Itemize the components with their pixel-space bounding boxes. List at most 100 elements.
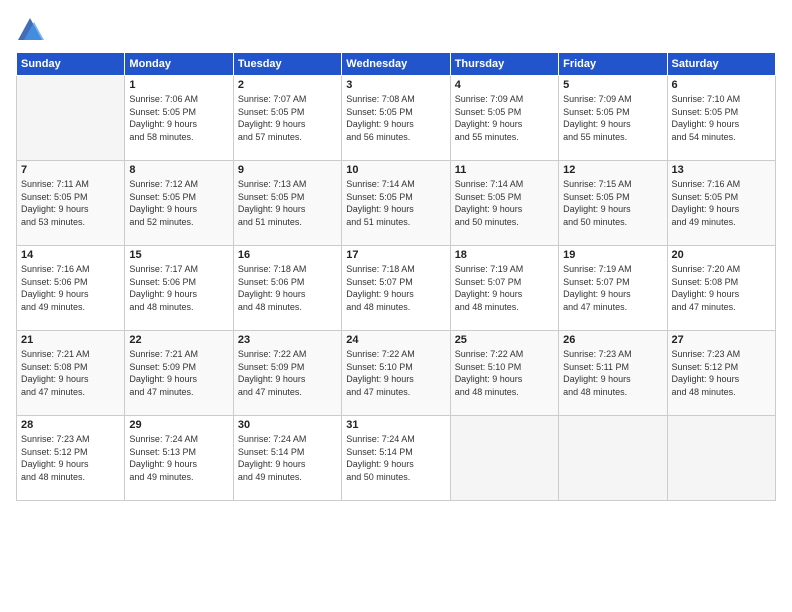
day-info: Sunrise: 7:19 AM Sunset: 5:07 PM Dayligh…	[563, 263, 662, 313]
day-number: 28	[21, 419, 120, 431]
calendar-cell: 11 Sunrise: 7:14 AM Sunset: 5:05 PM Dayli…	[450, 161, 558, 246]
day-number: 16	[238, 249, 337, 261]
day-info: Sunrise: 7:16 AM Sunset: 5:05 PM Dayligh…	[672, 178, 771, 228]
day-number: 24	[346, 334, 445, 346]
calendar-cell: 31Sunrise: 7:24 AM Sunset: 5:14 PM Dayli…	[342, 416, 450, 501]
day-number: 27	[672, 334, 771, 346]
day-info: Sunrise: 7:14 AM Sunset: 5:05 PM Dayligh…	[455, 178, 554, 228]
calendar-table: SundayMondayTuesdayWednesdayThursdayFrid…	[16, 52, 776, 501]
day-info: Sunrise: 7:06 AM Sunset: 5:05 PM Dayligh…	[129, 93, 228, 143]
header	[16, 16, 776, 44]
day-info: Sunrise: 7:11 AM Sunset: 5:05 PM Dayligh…	[21, 178, 120, 228]
calendar-cell: 7 Sunrise: 7:11 AM Sunset: 5:05 PM Daylig…	[17, 161, 125, 246]
calendar-cell: 9Sunrise: 7:13 AM Sunset: 5:05 PM Daylig…	[233, 161, 341, 246]
calendar-cell	[450, 416, 558, 501]
day-number: 12	[563, 164, 662, 176]
weekday-header-row: SundayMondayTuesdayWednesdayThursdayFrid…	[17, 53, 776, 76]
day-info: Sunrise: 7:21 AM Sunset: 5:09 PM Dayligh…	[129, 348, 228, 398]
day-number: 17	[346, 249, 445, 261]
calendar-cell: 24 Sunrise: 7:22 AM Sunset: 5:10 PM Dayli…	[342, 331, 450, 416]
calendar-cell: 18 Sunrise: 7:19 AM Sunset: 5:07 PM Dayli…	[450, 246, 558, 331]
day-number: 6	[672, 79, 771, 91]
day-info: Sunrise: 7:17 AM Sunset: 5:06 PM Dayligh…	[129, 263, 228, 313]
calendar-cell: 8Sunrise: 7:12 AM Sunset: 5:05 PM Daylig…	[125, 161, 233, 246]
calendar-cell: 5 Sunrise: 7:09 AM Sunset: 5:05 PM Daylig…	[559, 76, 667, 161]
day-info: Sunrise: 7:23 AM Sunset: 5:11 PM Dayligh…	[563, 348, 662, 398]
day-number: 15	[129, 249, 228, 261]
day-info: Sunrise: 7:14 AM Sunset: 5:05 PM Dayligh…	[346, 178, 445, 228]
day-info: Sunrise: 7:22 AM Sunset: 5:10 PM Dayligh…	[346, 348, 445, 398]
day-info: Sunrise: 7:19 AM Sunset: 5:07 PM Dayligh…	[455, 263, 554, 313]
day-number: 3	[346, 79, 445, 91]
calendar-cell: 26 Sunrise: 7:23 AM Sunset: 5:11 PM Dayli…	[559, 331, 667, 416]
day-info: Sunrise: 7:09 AM Sunset: 5:05 PM Dayligh…	[455, 93, 554, 143]
week-row-1: 1 Sunrise: 7:06 AM Sunset: 5:05 PM Daylig…	[17, 76, 776, 161]
day-number: 14	[21, 249, 120, 261]
calendar-cell: 20Sunrise: 7:20 AM Sunset: 5:08 PM Dayli…	[667, 246, 775, 331]
calendar-cell: 30Sunrise: 7:24 AM Sunset: 5:14 PM Dayli…	[233, 416, 341, 501]
day-number: 11	[455, 164, 554, 176]
day-info: Sunrise: 7:12 AM Sunset: 5:05 PM Dayligh…	[129, 178, 228, 228]
day-number: 9	[238, 164, 337, 176]
day-info: Sunrise: 7:23 AM Sunset: 5:12 PM Dayligh…	[21, 433, 120, 483]
calendar-cell	[17, 76, 125, 161]
weekday-header-wednesday: Wednesday	[342, 53, 450, 76]
weekday-header-monday: Monday	[125, 53, 233, 76]
day-number: 7	[21, 164, 120, 176]
calendar-cell: 3 Sunrise: 7:08 AM Sunset: 5:05 PM Daylig…	[342, 76, 450, 161]
day-number: 21	[21, 334, 120, 346]
calendar-cell: 2 Sunrise: 7:07 AM Sunset: 5:05 PM Daylig…	[233, 76, 341, 161]
day-info: Sunrise: 7:18 AM Sunset: 5:06 PM Dayligh…	[238, 263, 337, 313]
calendar-cell	[559, 416, 667, 501]
logo	[16, 16, 48, 44]
day-number: 30	[238, 419, 337, 431]
calendar-cell: 1 Sunrise: 7:06 AM Sunset: 5:05 PM Daylig…	[125, 76, 233, 161]
day-number: 5	[563, 79, 662, 91]
day-info: Sunrise: 7:10 AM Sunset: 5:05 PM Dayligh…	[672, 93, 771, 143]
day-number: 18	[455, 249, 554, 261]
calendar-cell: 16 Sunrise: 7:18 AM Sunset: 5:06 PM Dayli…	[233, 246, 341, 331]
day-number: 2	[238, 79, 337, 91]
calendar-cell: 13 Sunrise: 7:16 AM Sunset: 5:05 PM Dayli…	[667, 161, 775, 246]
week-row-4: 21 Sunrise: 7:21 AM Sunset: 5:08 PM Dayli…	[17, 331, 776, 416]
calendar-cell: 22 Sunrise: 7:21 AM Sunset: 5:09 PM Dayli…	[125, 331, 233, 416]
day-number: 26	[563, 334, 662, 346]
calendar-cell: 25Sunrise: 7:22 AM Sunset: 5:10 PM Dayli…	[450, 331, 558, 416]
day-info: Sunrise: 7:18 AM Sunset: 5:07 PM Dayligh…	[346, 263, 445, 313]
day-info: Sunrise: 7:07 AM Sunset: 5:05 PM Dayligh…	[238, 93, 337, 143]
day-info: Sunrise: 7:22 AM Sunset: 5:09 PM Dayligh…	[238, 348, 337, 398]
week-row-2: 7 Sunrise: 7:11 AM Sunset: 5:05 PM Daylig…	[17, 161, 776, 246]
page: SundayMondayTuesdayWednesdayThursdayFrid…	[0, 0, 792, 612]
day-number: 20	[672, 249, 771, 261]
calendar-cell: 27 Sunrise: 7:23 AM Sunset: 5:12 PM Dayli…	[667, 331, 775, 416]
week-row-3: 14Sunrise: 7:16 AM Sunset: 5:06 PM Dayli…	[17, 246, 776, 331]
day-number: 19	[563, 249, 662, 261]
calendar-cell: 10 Sunrise: 7:14 AM Sunset: 5:05 PM Dayli…	[342, 161, 450, 246]
day-info: Sunrise: 7:08 AM Sunset: 5:05 PM Dayligh…	[346, 93, 445, 143]
day-info: Sunrise: 7:24 AM Sunset: 5:14 PM Dayligh…	[346, 433, 445, 483]
day-number: 10	[346, 164, 445, 176]
weekday-header-friday: Friday	[559, 53, 667, 76]
day-info: Sunrise: 7:23 AM Sunset: 5:12 PM Dayligh…	[672, 348, 771, 398]
day-info: Sunrise: 7:21 AM Sunset: 5:08 PM Dayligh…	[21, 348, 120, 398]
day-number: 23	[238, 334, 337, 346]
weekday-header-thursday: Thursday	[450, 53, 558, 76]
logo-icon	[16, 16, 44, 44]
day-number: 29	[129, 419, 228, 431]
day-number: 22	[129, 334, 228, 346]
calendar-cell	[667, 416, 775, 501]
calendar-cell: 28 Sunrise: 7:23 AM Sunset: 5:12 PM Dayli…	[17, 416, 125, 501]
day-number: 4	[455, 79, 554, 91]
weekday-header-sunday: Sunday	[17, 53, 125, 76]
day-info: Sunrise: 7:09 AM Sunset: 5:05 PM Dayligh…	[563, 93, 662, 143]
week-row-5: 28 Sunrise: 7:23 AM Sunset: 5:12 PM Dayli…	[17, 416, 776, 501]
calendar-cell: 14Sunrise: 7:16 AM Sunset: 5:06 PM Dayli…	[17, 246, 125, 331]
calendar-cell: 6 Sunrise: 7:10 AM Sunset: 5:05 PM Daylig…	[667, 76, 775, 161]
day-number: 1	[129, 79, 228, 91]
day-number: 13	[672, 164, 771, 176]
calendar-cell: 19 Sunrise: 7:19 AM Sunset: 5:07 PM Dayli…	[559, 246, 667, 331]
calendar-cell: 4 Sunrise: 7:09 AM Sunset: 5:05 PM Daylig…	[450, 76, 558, 161]
calendar-cell: 15 Sunrise: 7:17 AM Sunset: 5:06 PM Dayli…	[125, 246, 233, 331]
calendar-cell: 23 Sunrise: 7:22 AM Sunset: 5:09 PM Dayli…	[233, 331, 341, 416]
weekday-header-tuesday: Tuesday	[233, 53, 341, 76]
